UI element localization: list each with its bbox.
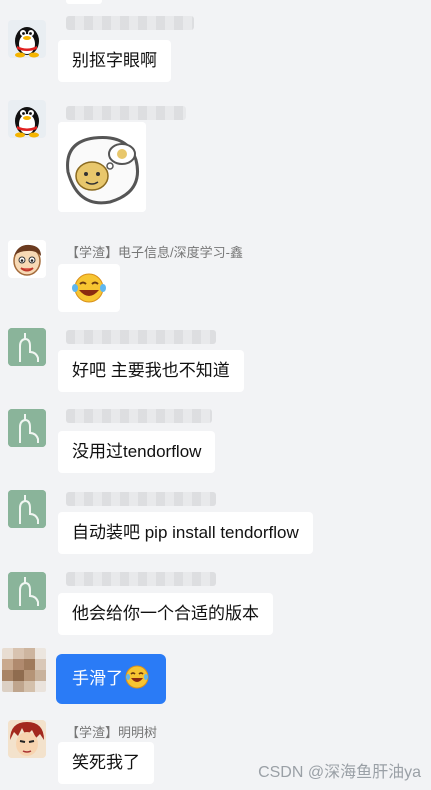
anime-avatar[interactable]: [8, 720, 46, 758]
sender-name-blurred: [66, 16, 194, 30]
message-bubble[interactable]: 自动装吧 pip install tendorflow: [58, 512, 313, 554]
sender-name-blurred: [66, 492, 216, 506]
laughing-face-emoji: [125, 665, 149, 689]
message-bubble[interactable]: 他会给你一个合适的版本: [58, 593, 273, 635]
sender-name-blurred: [66, 572, 216, 586]
message-bubble[interactable]: [58, 264, 120, 312]
sender-name-blurred: [66, 409, 212, 423]
message-bubble-self[interactable]: 手滑了: [56, 654, 166, 704]
cartoon-boy-avatar[interactable]: [8, 240, 46, 278]
message-bubble[interactable]: 没用过tendorflow: [58, 431, 216, 473]
finger-sketch-avatar[interactable]: [8, 572, 46, 610]
message-bubble[interactable]: 笑死我了: [58, 742, 154, 784]
qq-penguin-avatar[interactable]: [8, 20, 46, 58]
message-bubble[interactable]: 好吧 主要我也不知道: [58, 350, 244, 392]
laughing-face-emoji: [72, 273, 106, 303]
sender-name: 【学渣】明明树: [66, 725, 158, 740]
mosaic-avatar[interactable]: [2, 648, 46, 692]
qq-penguin-avatar[interactable]: [8, 100, 46, 138]
sender-name-blurred: [66, 106, 186, 120]
bun-face-thought-sticker[interactable]: [58, 122, 146, 212]
cutoff-bubble: [66, 0, 102, 4]
message-bubble[interactable]: 别抠字眼啊: [58, 40, 171, 82]
finger-sketch-avatar[interactable]: [8, 490, 46, 528]
finger-sketch-avatar[interactable]: [8, 328, 46, 366]
sender-name: 【学渣】电子信息/深度学习-鑫: [66, 245, 243, 260]
sender-name-blurred: [66, 330, 216, 344]
message-text: 手滑了: [72, 669, 123, 688]
watermark: CSDN @深海鱼肝油ya: [258, 764, 421, 781]
finger-sketch-avatar[interactable]: [8, 409, 46, 447]
